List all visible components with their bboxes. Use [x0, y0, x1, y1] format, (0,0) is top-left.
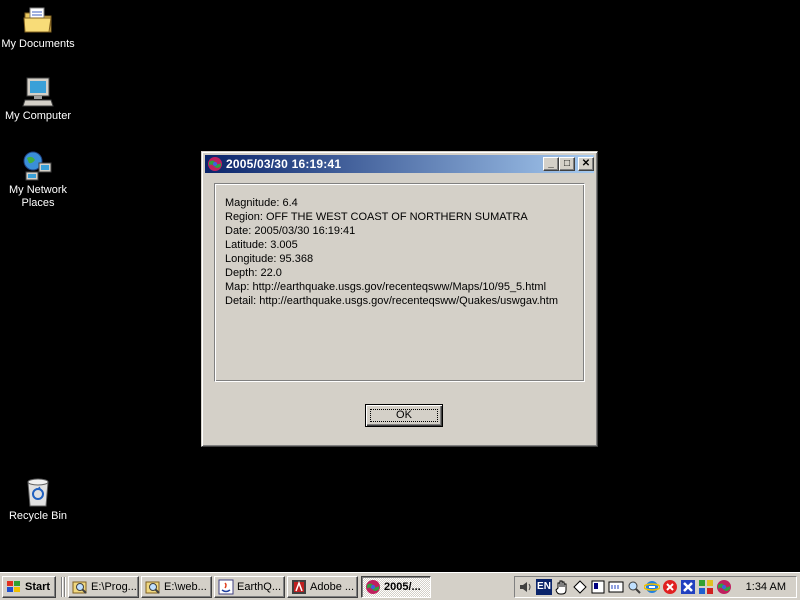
- task-label: E:\web...: [164, 581, 207, 593]
- depth-line: Depth: 22.0: [225, 267, 282, 279]
- ok-button-label: OK: [396, 409, 412, 421]
- desktop-icon-my-documents[interactable]: My Documents: [0, 4, 76, 51]
- maximize-button[interactable]: □: [559, 157, 575, 171]
- earthquake-app-icon: [366, 580, 380, 594]
- task-label: 2005/...: [384, 581, 421, 593]
- task-button-earthquake-dialog[interactable]: 2005/...: [361, 576, 431, 598]
- desktop-icon-recycle-bin[interactable]: Recycle Bin: [0, 476, 76, 523]
- job-icon[interactable]: [608, 579, 624, 595]
- taskbar: Start E:\Prog... E:\web... EarthQ... Ado…: [0, 572, 800, 600]
- start-button[interactable]: Start: [2, 576, 56, 598]
- explorer-search-icon: [72, 581, 87, 594]
- task-button-explorer-prog[interactable]: E:\Prog...: [68, 576, 139, 598]
- earthquake-tray-icon[interactable]: [716, 579, 732, 595]
- ok-button[interactable]: OK: [365, 404, 443, 427]
- task-label: EarthQ...: [237, 581, 282, 593]
- detail-url-line: Detail: http://earthquake.usgs.gov/recen…: [225, 295, 559, 307]
- earthquake-app-icon: [208, 157, 222, 171]
- earthquake-detail-dialog: 2005/03/30 16:19:41 _ □ ✕ Magnitude: 6.4…: [201, 151, 598, 447]
- earthquake-info-text: Magnitude: 6.4 Region: OFF THE WEST COAS…: [225, 196, 558, 308]
- diamond-icon[interactable]: [572, 579, 588, 595]
- longitude-line: Longitude: 95.368: [225, 253, 314, 265]
- explorer-search-icon: [145, 581, 160, 594]
- hand-icon[interactable]: [554, 579, 570, 595]
- task-button-explorer-web[interactable]: E:\web...: [141, 576, 212, 598]
- dialog-title: 2005/03/30 16:19:41: [226, 157, 342, 171]
- internet-explorer-icon[interactable]: [644, 579, 660, 595]
- language-label: EN: [537, 581, 551, 592]
- earthquake-info-panel: Magnitude: 6.4 Region: OFF THE WEST COAS…: [214, 183, 585, 382]
- task-button-earthquake[interactable]: EarthQ...: [214, 576, 285, 598]
- desktop-icon-my-network-places[interactable]: My Network Places: [0, 150, 76, 210]
- minimize-icon: _: [548, 158, 554, 169]
- map-url-line: Map: http://earthquake.usgs.gov/recenteq…: [225, 281, 547, 293]
- document-icon[interactable]: [590, 579, 606, 595]
- error-icon[interactable]: [662, 579, 678, 595]
- magnitude-line: Magnitude: 6.4: [225, 197, 298, 209]
- volume-icon[interactable]: [518, 579, 534, 595]
- language-indicator[interactable]: EN: [536, 579, 552, 595]
- minimize-button[interactable]: _: [543, 157, 559, 171]
- dialog-titlebar[interactable]: 2005/03/30 16:19:41 _ □ ✕: [205, 155, 594, 173]
- desktop-icon-label: Recycle Bin: [8, 510, 68, 522]
- maximize-icon: □: [563, 158, 571, 169]
- network-places-icon: [23, 151, 52, 181]
- java-icon: [218, 579, 234, 595]
- latitude-line: Latitude: 3.005: [225, 239, 298, 251]
- desktop-icon-my-computer[interactable]: My Computer: [0, 76, 76, 123]
- search-icon[interactable]: [626, 579, 642, 595]
- taskbar-separator: [64, 577, 66, 597]
- desktop-icon-label: My Documents: [1, 38, 75, 50]
- clock[interactable]: 1:34 AM: [746, 581, 786, 593]
- taskbar-separator: [61, 577, 63, 597]
- system-tray: EN 1:34 AM: [514, 576, 797, 598]
- region-line: Region: OFF THE WEST COAST OF NORTHERN S…: [225, 211, 528, 223]
- desktop-icon-label: My Computer: [4, 110, 72, 122]
- task-label: E:\Prog...: [91, 581, 137, 593]
- close-tool-icon[interactable]: [680, 579, 696, 595]
- task-label: Adobe ...: [310, 581, 355, 593]
- date-line: Date: 2005/03/30 16:19:41: [225, 225, 356, 237]
- close-icon: ✕: [581, 158, 591, 169]
- recycle-bin-icon: [27, 478, 49, 507]
- close-button[interactable]: ✕: [578, 157, 594, 171]
- adobe-icon: [292, 580, 306, 594]
- task-button-adobe[interactable]: Adobe ...: [287, 576, 358, 598]
- computer-icon: [22, 77, 54, 107]
- windows-logo-icon: [7, 581, 20, 592]
- folder-documents-icon: [23, 7, 52, 33]
- start-label: Start: [25, 581, 51, 593]
- network-grid-icon[interactable]: [698, 579, 714, 595]
- desktop-icon-label: My Network Places: [8, 184, 68, 209]
